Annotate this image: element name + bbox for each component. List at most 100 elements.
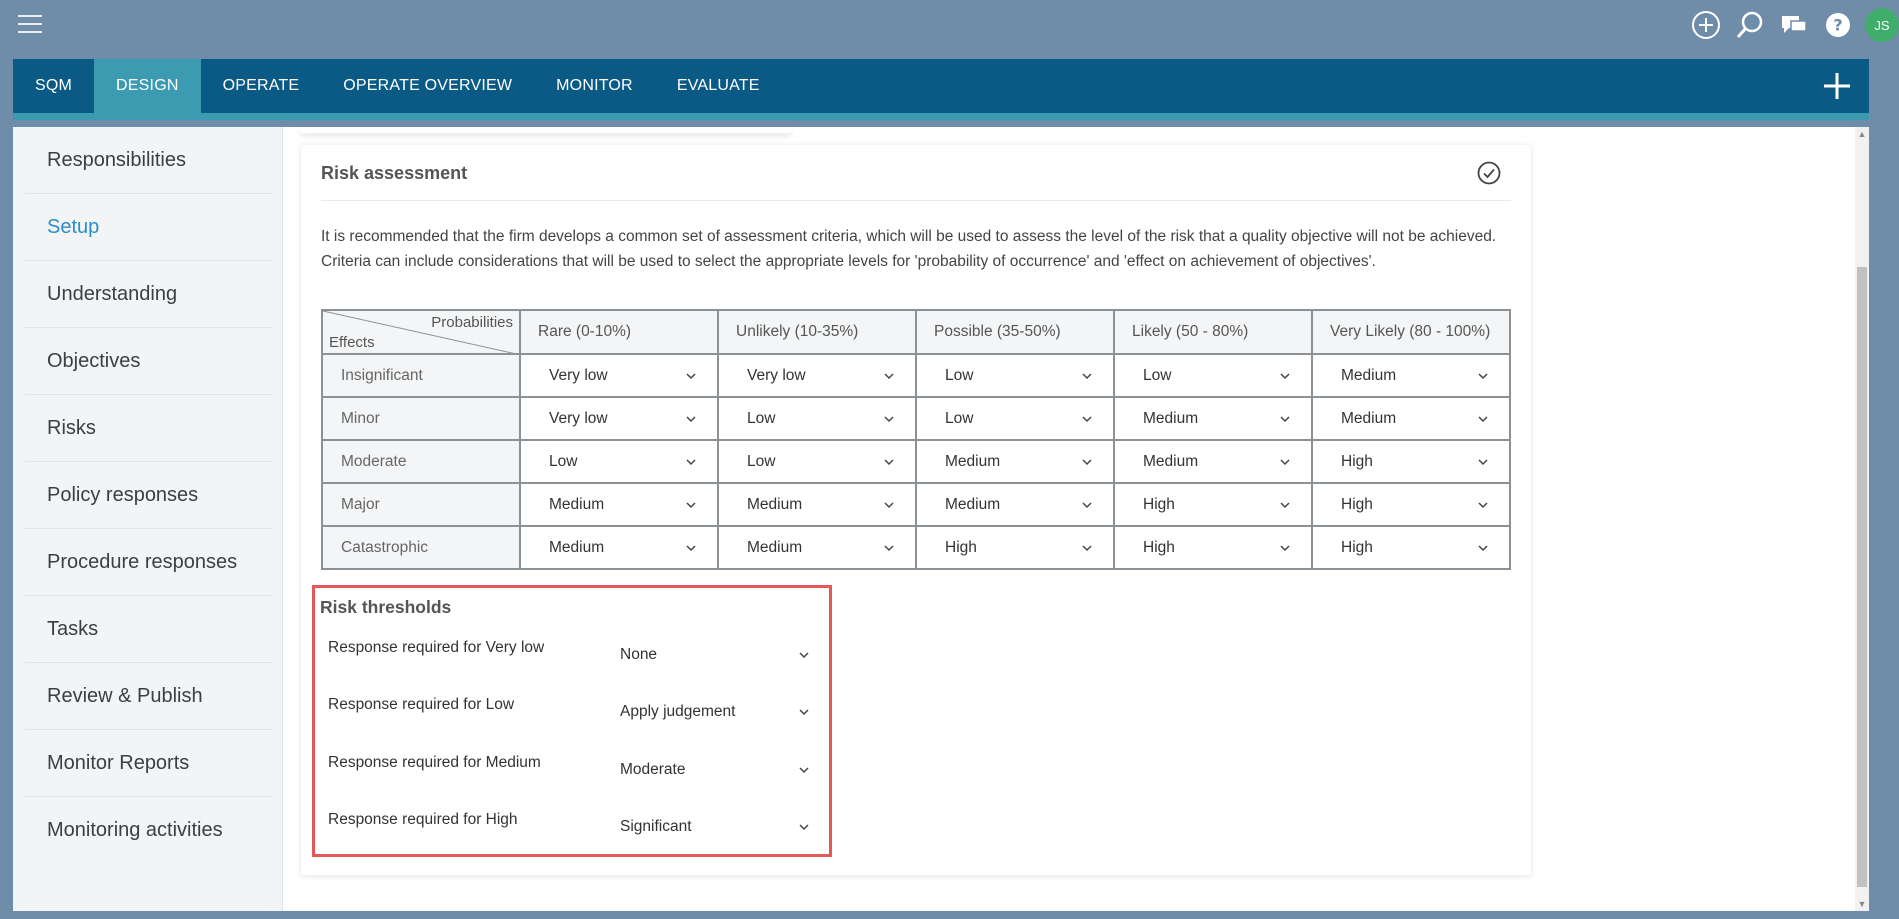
card-top-shadow [301,127,791,133]
risk-level-select[interactable]: Very low [549,367,697,385]
risk-level-select[interactable]: Low [1143,367,1291,385]
risk-level-select[interactable]: Low [945,410,1093,428]
sidebar-item-policy-responses[interactable]: Policy responses [25,462,273,529]
chevron-down-icon [884,544,894,551]
risk-level-select[interactable]: Medium [747,539,895,557]
risk-level-select[interactable]: Medium [549,539,697,557]
sidebar-item-monitor-reports[interactable]: Monitor Reports [25,730,273,797]
threshold-label: Response required for High [328,811,518,828]
matrix-cell: Low [1113,353,1313,398]
scrollbar-thumb[interactable] [1857,267,1867,887]
vertical-scrollbar[interactable]: ▲ ▼ [1855,127,1869,911]
risk-level-select[interactable]: Medium [1341,367,1489,385]
tab-design[interactable]: DESIGN [94,59,201,113]
chevron-down-icon [884,372,894,379]
column-header: Very Likely (80 - 100%) [1311,309,1511,355]
card-description: It is recommended that the firm develops… [321,225,1521,274]
risk-level-select[interactable]: Medium [1341,410,1489,428]
risk-level-select[interactable]: Medium [1143,453,1291,471]
risk-level-select[interactable]: High [1341,496,1489,514]
sidebar-item-procedure-responses[interactable]: Procedure responses [25,529,273,596]
sidebar-item-setup[interactable]: Setup [25,194,273,261]
search-icon[interactable] [1733,8,1767,42]
chevron-down-icon [1280,544,1290,551]
tab-operate-overview[interactable]: OPERATE OVERVIEW [321,59,534,113]
column-header: Possible (35-50%) [915,309,1115,355]
sidebar-item-responsibilities[interactable]: Responsibilities [25,127,273,194]
scroll-up-arrow-icon[interactable]: ▲ [1857,129,1867,139]
avatar[interactable]: JS [1865,8,1899,42]
risk-level-select[interactable]: Medium [549,496,697,514]
risk-level-select[interactable]: Low [747,410,895,428]
risk-level-select[interactable]: Medium [945,453,1093,471]
scroll-down-arrow-icon[interactable]: ▼ [1857,899,1867,909]
threshold-select-medium[interactable]: Moderate [620,761,810,779]
top-icons: ? JS [1689,8,1899,42]
sidebar: Responsibilities Setup Understanding Obj… [13,127,283,911]
add-plus-icon[interactable] [1821,70,1853,102]
card-title: Risk assessment [321,163,468,183]
select-value: Low [945,409,974,427]
tab-sqm[interactable]: SQM [13,59,94,113]
risk-thresholds-section: Risk thresholds Response required for Ve… [312,585,832,857]
risk-level-select[interactable]: High [1341,539,1489,557]
tab-operate[interactable]: OPERATE [201,59,322,113]
check-circle-icon[interactable] [1477,161,1501,185]
tab-evaluate[interactable]: EVALUATE [655,59,782,113]
risk-level-select[interactable]: Medium [747,496,895,514]
risk-level-select[interactable]: Low [747,453,895,471]
risk-level-select[interactable]: Low [945,367,1093,385]
sidebar-item-review-publish[interactable]: Review & Publish [25,663,273,730]
tab-monitor[interactable]: MONITOR [534,59,655,113]
help-icon[interactable]: ? [1821,8,1855,42]
matrix-cell: High [1311,482,1511,527]
matrix-cell: Medium [1113,439,1313,484]
risk-level-select[interactable]: Very low [549,410,697,428]
select-value: High [1341,452,1373,470]
add-circle-icon[interactable] [1689,8,1723,42]
matrix-cell: Medium [915,439,1115,484]
chevron-down-icon [686,544,696,551]
sidebar-item-risks[interactable]: Risks [25,395,273,462]
table-row: Major Medium Medium Medium High High [321,482,1511,527]
chat-icon[interactable] [1777,8,1811,42]
select-value: Very low [747,366,806,384]
matrix-cell: Medium [1113,396,1313,441]
select-value: Low [1143,366,1172,384]
chevron-down-icon [1478,544,1488,551]
risk-level-select[interactable]: Medium [945,496,1093,514]
risk-matrix-table: Probabilities Effects Rare (0-10%) Unlik… [321,309,1511,570]
risk-level-select[interactable]: High [1143,496,1291,514]
risk-assessment-card: Risk assessment It is recommended that t… [301,145,1531,875]
sidebar-item-tasks[interactable]: Tasks [25,596,273,663]
matrix-cell: Low [915,396,1115,441]
chevron-down-icon [1082,458,1092,465]
risk-level-select[interactable]: High [945,539,1093,557]
chevron-down-icon [884,415,894,422]
matrix-cell: Medium [915,482,1115,527]
risk-level-select[interactable]: High [1143,539,1291,557]
column-header: Unlikely (10-35%) [717,309,917,355]
select-value: Significant [620,818,692,835]
sidebar-item-monitoring-activities[interactable]: Monitoring activities [25,797,273,864]
threshold-select-low[interactable]: Apply judgement [620,703,810,721]
select-value: Low [747,452,776,470]
sidebar-item-understanding[interactable]: Understanding [25,261,273,328]
chevron-down-icon [1478,501,1488,508]
risk-level-select[interactable]: Medium [1143,410,1291,428]
sidebar-item-objectives[interactable]: Objectives [25,328,273,395]
hamburger-menu-icon[interactable] [18,15,42,33]
threshold-select-high[interactable]: Significant [620,818,810,836]
chevron-down-icon [1082,544,1092,551]
threshold-select-very-low[interactable]: None [620,646,810,664]
risk-level-select[interactable]: Very low [747,367,895,385]
risk-level-select[interactable]: High [1341,453,1489,471]
matrix-corner-cell: Probabilities Effects [321,309,521,355]
select-value: Low [747,409,776,427]
chevron-down-icon [1280,501,1290,508]
chevron-down-icon [1082,415,1092,422]
risk-level-select[interactable]: Low [549,453,697,471]
select-value: Medium [1341,409,1397,427]
main-nav: SQM DESIGN OPERATE OPERATE OVERVIEW MONI… [13,59,1869,120]
main-panel: Responsibilities Setup Understanding Obj… [13,127,1869,911]
